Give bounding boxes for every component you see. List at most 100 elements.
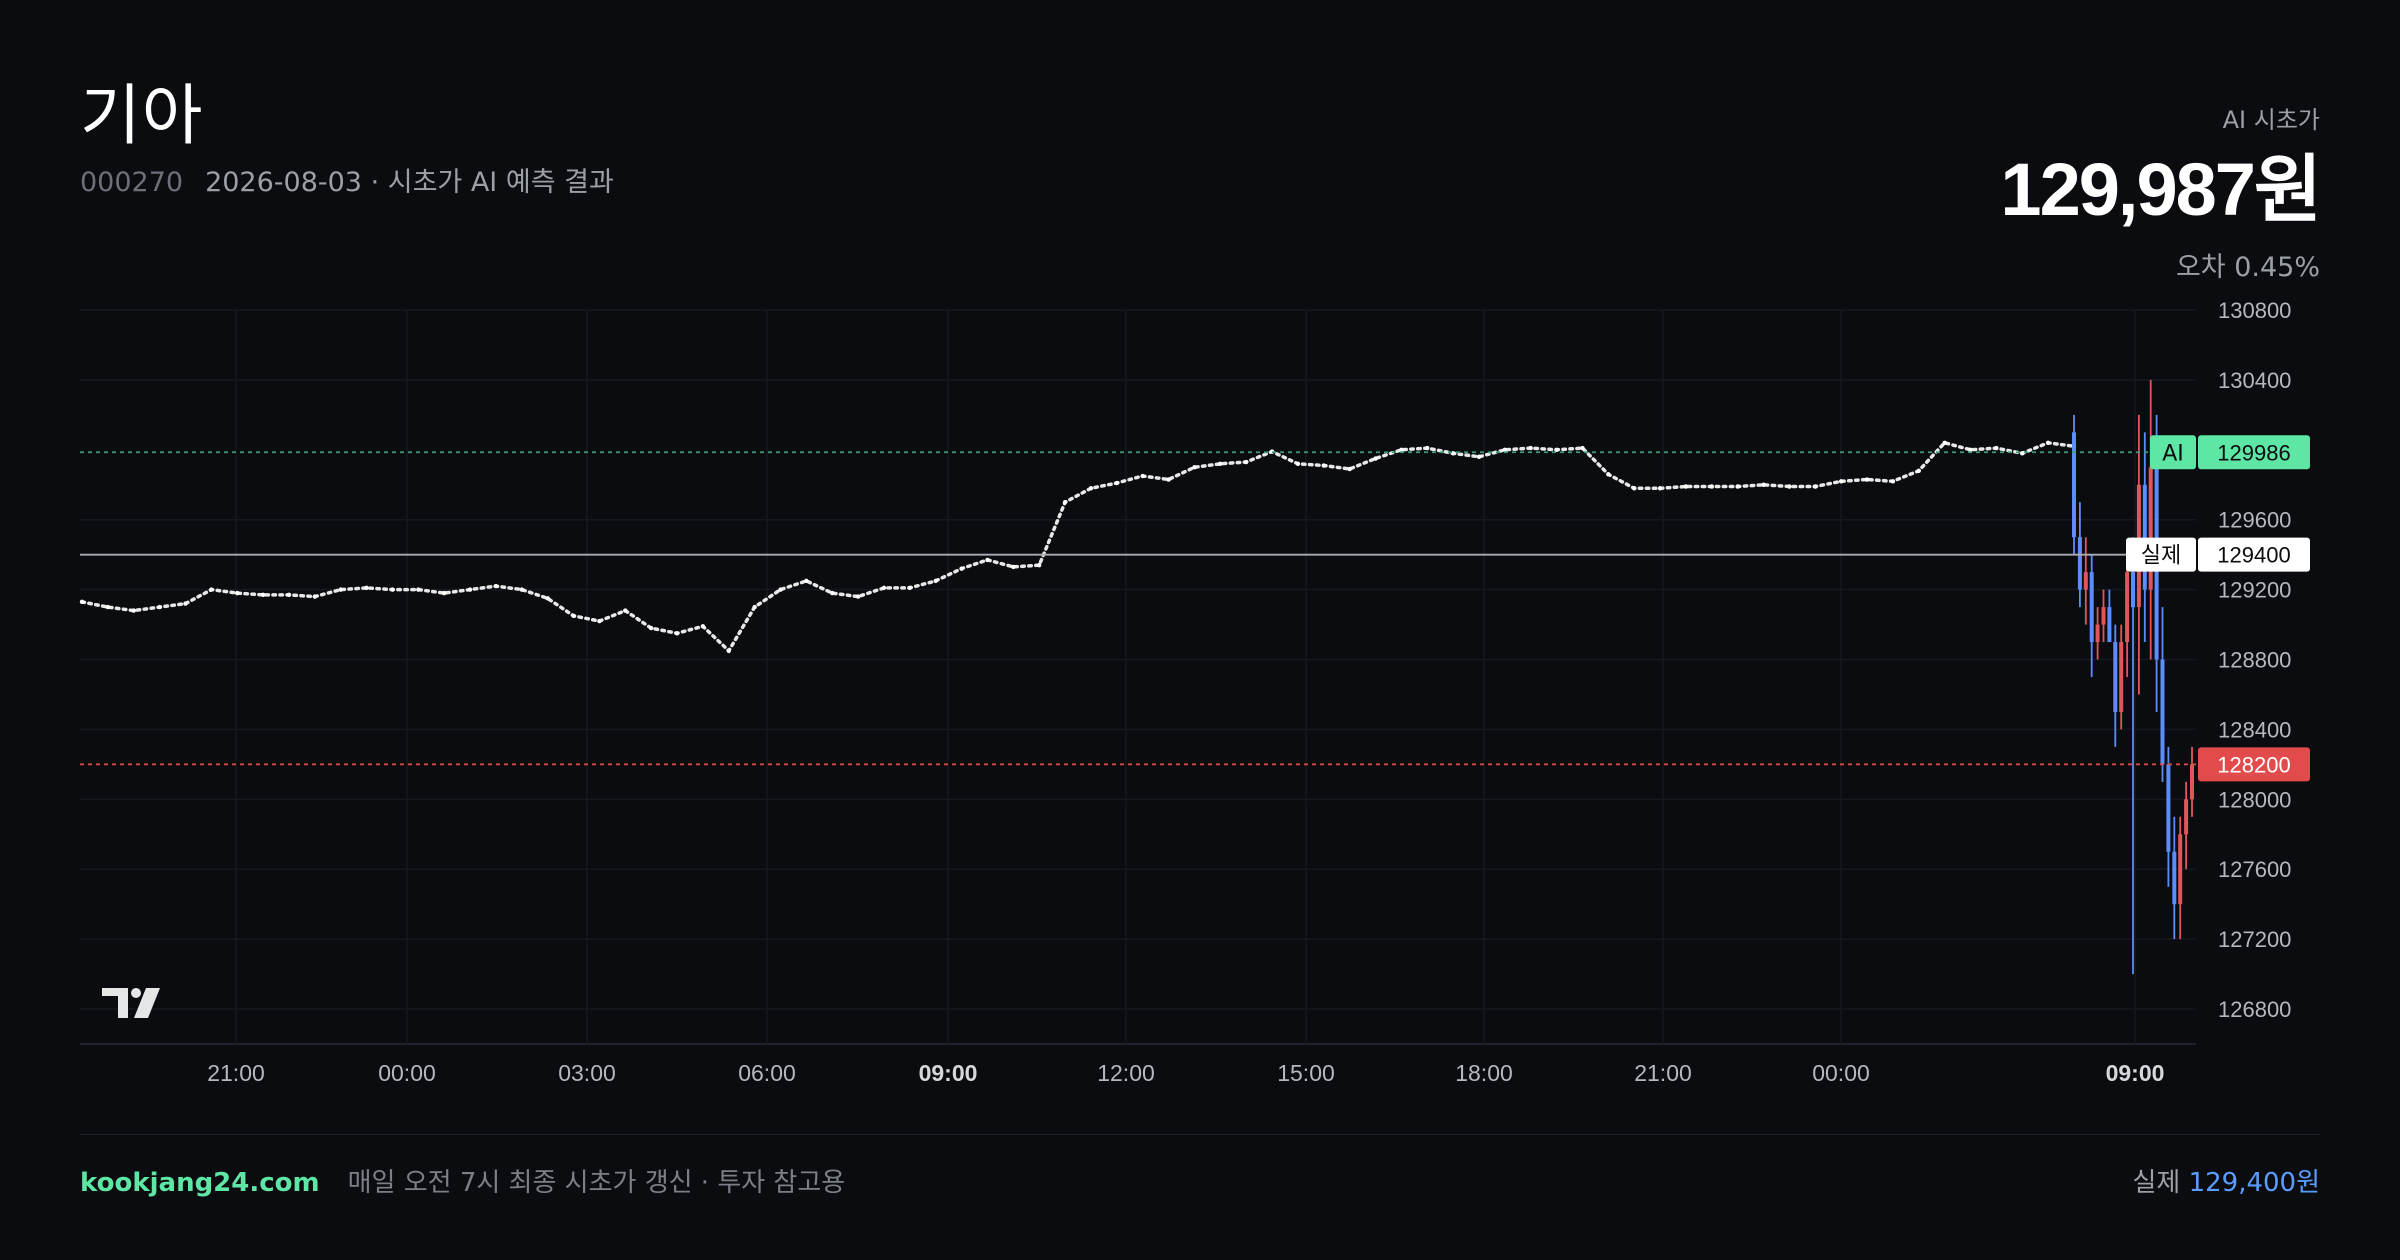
- line-point: [881, 585, 887, 591]
- candle-body: [2113, 642, 2118, 712]
- x-tick-label: 09:00: [919, 1060, 978, 1086]
- line-point: [286, 592, 292, 598]
- line-point: [1347, 466, 1352, 472]
- line-point: [1425, 445, 1430, 451]
- line-point: [105, 604, 111, 610]
- line-point: [907, 585, 913, 591]
- line-point: [493, 583, 499, 589]
- line-point: [959, 566, 964, 571]
- line-point: [933, 578, 938, 584]
- line-point: [1942, 440, 1947, 446]
- line-point: [726, 648, 731, 653]
- line-point: [1114, 480, 1120, 486]
- line-point: [312, 594, 318, 599]
- line-point: [985, 557, 990, 563]
- line-point: [235, 590, 240, 596]
- candle-body: [2101, 607, 2106, 625]
- actual-price-summary: 실제 129,400원: [2132, 1162, 2320, 1199]
- price-line: [80, 440, 2076, 654]
- line-point: [1735, 484, 1740, 489]
- site-link[interactable]: kookjang24.com: [80, 1168, 320, 1198]
- price-chart[interactable]: 130800 130400 129600 129200 128800 128400 1280…: [0, 0, 2400, 1260]
- candle-body: [2178, 834, 2183, 905]
- y-tick-label: 129600: [2218, 508, 2291, 533]
- footer-note: 매일 오전 7시 최종 시초가 갱신 · 투자 참고용: [347, 1168, 846, 1198]
- line-point: [674, 631, 680, 636]
- line-point: [1243, 459, 1249, 465]
- line-point: [1502, 447, 1508, 453]
- y-axis-ticks: 130800 130400 129600 129200 128800 128400 1280…: [2218, 298, 2291, 1022]
- footer-left: kookjang24.com 매일 오전 7시 최종 시초가 갱신 · 투자 참고…: [80, 1162, 845, 1199]
- line-point: [1528, 445, 1533, 451]
- x-tick-label: 00:00: [1812, 1060, 1870, 1086]
- line-point: [467, 587, 473, 592]
- tradingview-logo-icon: [102, 988, 160, 1018]
- marker-value: 129986: [2217, 440, 2290, 465]
- line-point: [1761, 482, 1766, 487]
- marker-tag: 실제: [2141, 544, 2181, 569]
- actual-value: 129,400원: [2188, 1168, 2320, 1198]
- marker-value: 128200: [2217, 752, 2290, 777]
- x-tick-label: 03:00: [558, 1060, 616, 1086]
- line-point: [1140, 473, 1145, 479]
- x-tick-label: 21:00: [207, 1060, 265, 1086]
- chart-grid: [80, 309, 2196, 1045]
- candle-body: [2089, 572, 2094, 643]
- line-point: [1890, 479, 1896, 484]
- line-point: [1787, 484, 1792, 489]
- line-point: [545, 596, 550, 601]
- line-point: [131, 608, 136, 613]
- line-point: [1373, 456, 1378, 461]
- line-point: [209, 587, 214, 592]
- line-point: [1011, 564, 1016, 570]
- marker-value: 129400: [2217, 543, 2290, 568]
- candle-body: [2072, 432, 2076, 538]
- y-tick-label: 127200: [2218, 927, 2291, 952]
- line-point: [597, 618, 602, 624]
- line-point: [441, 590, 447, 596]
- line-point: [1864, 477, 1870, 482]
- line-point: [1399, 447, 1404, 453]
- line-point: [1709, 484, 1715, 489]
- x-tick-label: 15:00: [1277, 1060, 1335, 1086]
- line-point: [364, 585, 369, 591]
- x-axis-ticks: 21:00 00:00 03:00 06:00 09:00 12:00 15:00 18:00…: [207, 1060, 2164, 1086]
- line-point: [1192, 465, 1197, 470]
- y-tick-label: 129200: [2218, 578, 2291, 603]
- line-point: [1476, 454, 1482, 459]
- candle-body: [2142, 484, 2147, 590]
- line-point: [1088, 486, 1094, 491]
- candle-body: [2172, 851, 2177, 905]
- candle-body: [2125, 572, 2130, 643]
- line-point: [1062, 500, 1068, 505]
- line-point: [778, 587, 783, 592]
- x-tick-label: 18:00: [1455, 1060, 1513, 1086]
- x-tick-label: 00:00: [378, 1060, 436, 1086]
- line-point: [648, 625, 654, 631]
- y-tick-label: 126800: [2218, 997, 2291, 1022]
- line-point: [1321, 463, 1326, 468]
- candle-body: [2190, 764, 2194, 800]
- line-point: [390, 587, 395, 592]
- line-point: [1632, 486, 1637, 491]
- line-point: [1036, 562, 1042, 568]
- x-tick-label: 06:00: [738, 1060, 796, 1086]
- candle-body: [2077, 537, 2082, 590]
- line-point: [1554, 447, 1559, 453]
- line-point: [157, 604, 162, 610]
- line-point: [183, 601, 188, 606]
- candle-body: [2131, 572, 2135, 608]
- line-point: [2045, 440, 2051, 446]
- candle-body: [2107, 607, 2112, 643]
- candle-body: [2083, 572, 2088, 590]
- candle-body: [2166, 764, 2171, 852]
- line-point: [1218, 461, 1223, 466]
- y-tick-label: 130400: [2218, 368, 2291, 393]
- line-point: [700, 624, 706, 629]
- y-tick-label: 127600: [2218, 857, 2291, 882]
- x-tick-label: 21:00: [1634, 1060, 1692, 1086]
- line-point: [1916, 468, 1921, 473]
- x-tick-label: 12:00: [1097, 1060, 1155, 1086]
- x-tick-label: 09:00: [2106, 1060, 2165, 1086]
- y-tick-label: 128800: [2218, 648, 2291, 673]
